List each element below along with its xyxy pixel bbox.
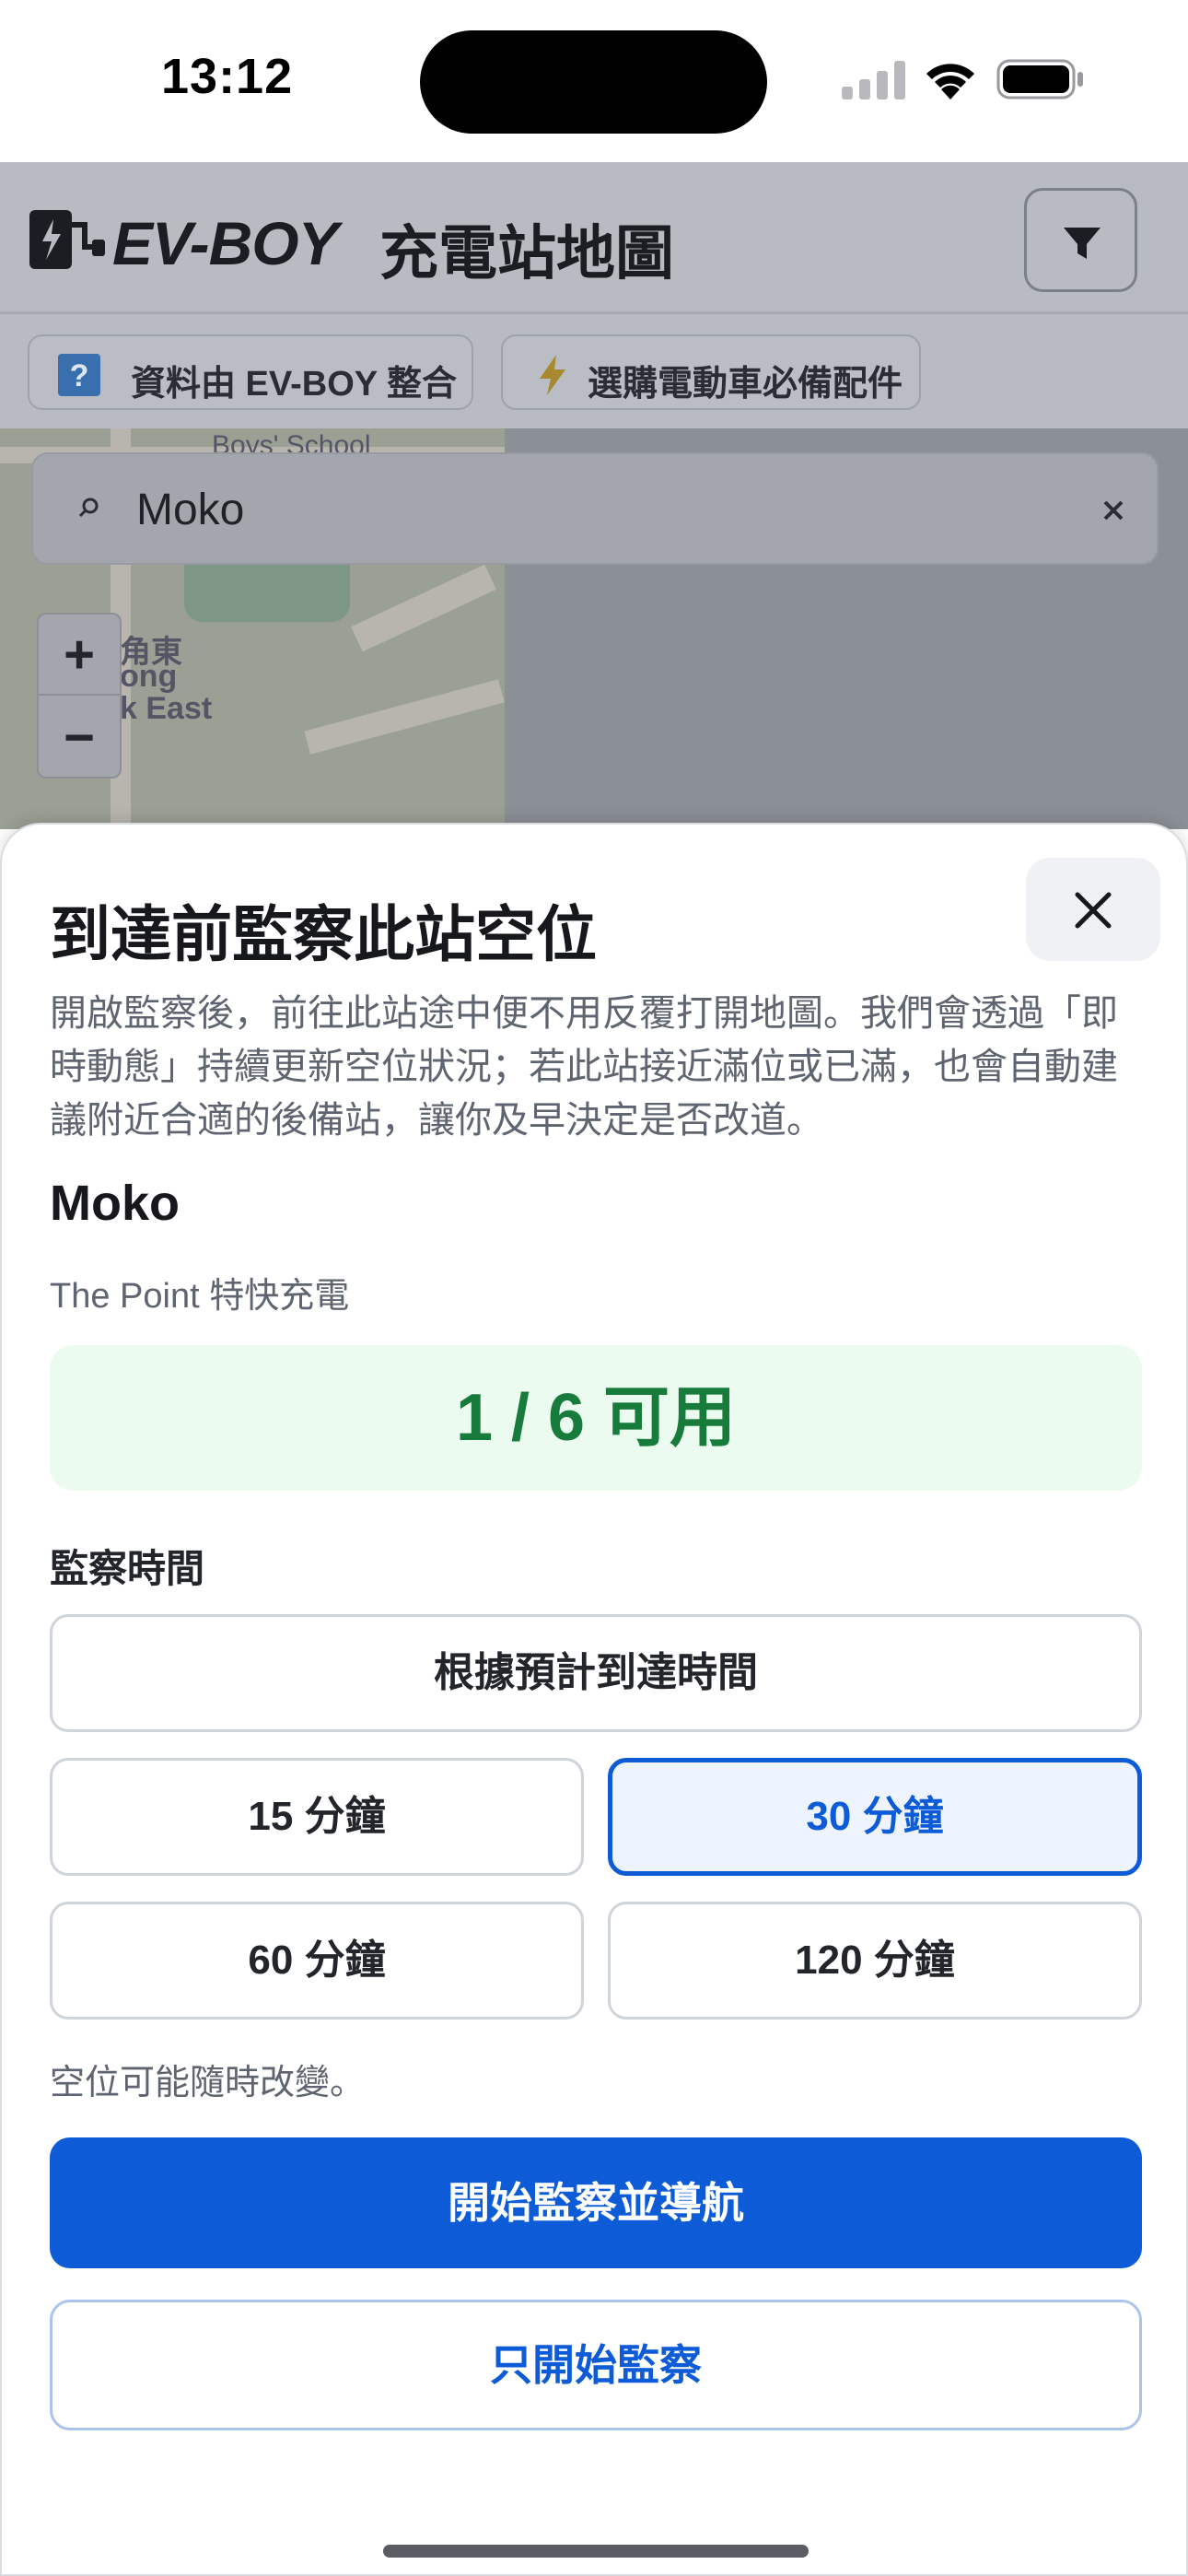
cellular-signal-icon — [842, 61, 905, 100]
monitor-duration-label: 監察時間 — [50, 1547, 205, 1590]
availability-note: 空位可能隨時改變。 — [50, 2064, 366, 2102]
lightning-icon — [540, 355, 565, 395]
battery-icon — [996, 59, 1083, 100]
app-header: EV-BOY 充電站地圖 — [0, 162, 1188, 314]
availability-badge: 1 / 6 可用 — [50, 1345, 1142, 1491]
data-source-label: 資料由 EV-BOY 整合 — [131, 365, 458, 404]
map-label: k East — [120, 691, 213, 726]
zoom-in-button[interactable]: + — [39, 615, 120, 696]
wifi-icon — [926, 64, 974, 100]
home-indicator — [383, 2545, 809, 2558]
search-icon — [78, 498, 99, 518]
clear-search-button[interactable] — [1090, 487, 1136, 533]
close-icon — [1075, 892, 1112, 929]
option-eta[interactable]: 根據預計到達時間 — [50, 1614, 1142, 1732]
status-bar: 13:12 — [0, 0, 1188, 162]
sheet-title: 到達前監察此站空位 — [50, 900, 597, 968]
option-60-min[interactable]: 60 分鐘 — [50, 1902, 584, 2020]
charger-plug-icon — [29, 210, 105, 269]
page-title: 充電站地圖 — [379, 220, 674, 287]
data-source-chip[interactable]: ? 資料由 EV-BOY 整合 — [28, 334, 473, 410]
sheet-description: 開啟監察後，前往此站途中便不用反覆打開地圖。我們會透過「即時動態」持續更新空位狀… — [50, 993, 1118, 1141]
close-icon — [1103, 500, 1124, 521]
zoom-control: + − — [37, 613, 122, 779]
zoom-out-button[interactable]: − — [39, 697, 120, 779]
info-chip-row: ? 資料由 EV-BOY 整合 選購電動車必備配件 — [0, 314, 1188, 428]
filter-funnel-icon — [1064, 228, 1101, 259]
station-subtitle: The Point 特快充電 — [50, 1277, 350, 1316]
close-sheet-button[interactable] — [1026, 858, 1160, 961]
logo-text: EV-BOY — [112, 209, 339, 277]
station-name: Moko — [50, 1176, 180, 1231]
question-mark-icon: ? — [58, 354, 100, 396]
ev-boy-logo: EV-BOY — [28, 203, 359, 277]
start-monitor-and-navigate-button[interactable]: 開始監察並導航 — [50, 2137, 1142, 2268]
map-label: ong — [120, 659, 178, 694]
search-input[interactable] — [136, 482, 965, 537]
dynamic-island — [420, 30, 767, 134]
option-30-min-selected[interactable]: 30 分鐘 — [608, 1758, 1142, 1876]
start-monitor-only-button[interactable]: 只開始監察 — [50, 2300, 1142, 2430]
search-box[interactable] — [31, 452, 1159, 565]
svg-text:?: ? — [70, 358, 89, 393]
accessories-chip[interactable]: 選購電動車必備配件 — [501, 334, 921, 410]
accessories-label: 選購電動車必備配件 — [588, 365, 903, 404]
option-15-min[interactable]: 15 分鐘 — [50, 1758, 584, 1876]
filter-button[interactable] — [1024, 188, 1137, 292]
option-120-min[interactable]: 120 分鐘 — [608, 1902, 1142, 2020]
monitor-bottom-sheet: 到達前監察此站空位 開啟監察後，前往此站途中便不用反覆打開地圖。我們會透過「即時… — [0, 823, 1188, 2576]
status-time: 13:12 — [161, 49, 294, 104]
